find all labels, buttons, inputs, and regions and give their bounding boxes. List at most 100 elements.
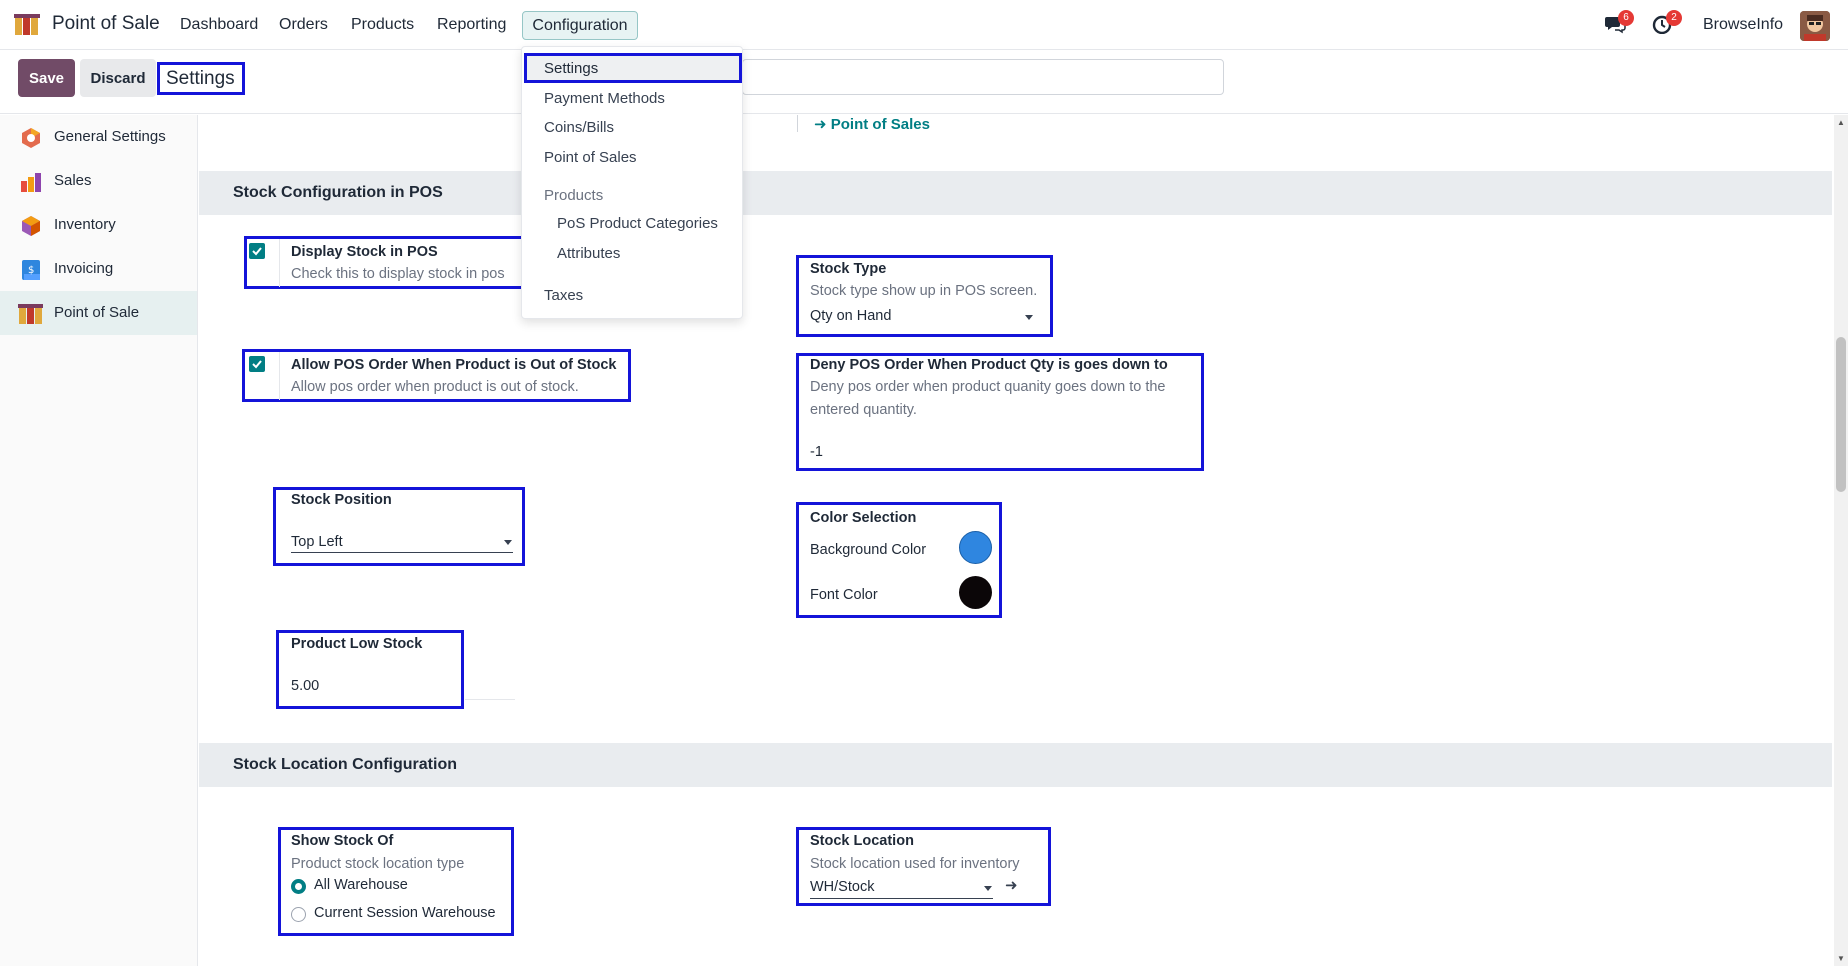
scroll-up-icon[interactable]: ▲ — [1837, 118, 1845, 127]
menu-dashboard[interactable]: Dashboard — [180, 16, 258, 34]
deny-order-qty-input[interactable]: -1 — [810, 444, 823, 460]
sidebar-item-label: Inventory — [54, 216, 116, 233]
stock-type-title: Stock Type — [810, 261, 887, 277]
allow-order-checkbox[interactable] — [249, 356, 265, 372]
stock-location-desc: Stock location used for inventory — [810, 856, 1020, 872]
dropdown-item-settings[interactable]: Settings — [544, 60, 598, 77]
sidebar-item-label: Point of Sale — [54, 304, 140, 321]
inventory-icon — [22, 216, 40, 236]
arrow-right-icon: ➜ — [814, 116, 827, 133]
general-settings-icon — [22, 128, 40, 148]
section-stock-configuration: Stock Configuration in POS — [199, 171, 1832, 215]
point-of-sales-link[interactable]: ➜ Point of Sales — [814, 115, 930, 133]
scroll-down-icon[interactable]: ▼ — [1837, 954, 1845, 963]
divider — [465, 699, 515, 700]
menu-configuration[interactable]: Configuration — [522, 11, 638, 40]
dropdown-item-payment-methods[interactable]: Payment Methods — [544, 90, 665, 107]
dropdown-item-coins-bills[interactable]: Coins/Bills — [544, 119, 614, 136]
sidebar-item-invoicing[interactable]: $ Invoicing — [0, 247, 197, 291]
display-stock-desc: Check this to display stock in pos — [291, 266, 505, 282]
stock-location-select[interactable]: WH/Stock — [810, 879, 874, 895]
stock-position-select[interactable]: Top Left — [291, 534, 343, 550]
dropdown-item-point-of-sales[interactable]: Point of Sales — [544, 149, 637, 166]
font-color-swatch[interactable] — [959, 576, 992, 609]
background-color-swatch[interactable] — [959, 531, 992, 564]
point-of-sales-link-label: Point of Sales — [830, 116, 930, 133]
top-navbar: Point of Sale Dashboard Orders Products … — [0, 0, 1848, 50]
deny-order-desc-2: entered quantity. — [810, 402, 917, 418]
messages-badge: 6 — [1618, 10, 1634, 26]
chevron-down-icon — [984, 886, 992, 891]
section-title: Stock Configuration in POS — [233, 184, 443, 201]
show-stock-of-title: Show Stock Of — [291, 833, 394, 849]
activities-button[interactable]: 2 — [1652, 10, 1682, 36]
display-stock-checkbox[interactable] — [249, 243, 265, 259]
menu-reporting[interactable]: Reporting — [437, 16, 506, 34]
radio-current-session-warehouse[interactable] — [291, 907, 306, 922]
stock-position-title: Stock Position — [291, 492, 392, 508]
sales-icon — [21, 173, 41, 192]
font-color-label: Font Color — [810, 587, 878, 603]
allow-order-desc: Allow pos order when product is out of s… — [291, 379, 579, 395]
messages-button[interactable]: 6 — [1604, 10, 1634, 36]
sidebar-item-point-of-sale[interactable]: Point of Sale — [0, 291, 197, 335]
check-icon — [252, 360, 262, 369]
scroll-thumb[interactable] — [1836, 337, 1846, 492]
sidebar-item-inventory[interactable]: Inventory — [0, 203, 197, 247]
show-stock-of-desc: Product stock location type — [291, 856, 465, 872]
sidebar-item-label: Sales — [54, 172, 92, 189]
dropdown-group-products: Products — [544, 187, 604, 204]
allow-order-title: Allow POS Order When Product is Out of S… — [291, 357, 617, 373]
search-input[interactable] — [742, 59, 1224, 95]
field-underline — [291, 552, 513, 553]
menu-products[interactable]: Products — [351, 16, 414, 34]
section-title: Stock Location Configuration — [233, 756, 457, 773]
pos-app-icon[interactable] — [14, 13, 44, 37]
internal-link-arrow-icon[interactable]: ➜ — [1005, 876, 1018, 894]
color-selection-title: Color Selection — [810, 510, 917, 526]
stock-location-title: Stock Location — [810, 833, 914, 849]
invoicing-icon: $ — [22, 260, 40, 280]
sidebar-item-sales[interactable]: Sales — [0, 159, 197, 203]
stock-type-select[interactable]: Qty on Hand — [810, 308, 891, 324]
deny-order-desc: Deny pos order when product quanity goes… — [810, 379, 1166, 395]
display-stock-title: Display Stock in POS — [291, 244, 438, 260]
discard-button[interactable]: Discard — [80, 59, 156, 97]
sidebar-item-label: Invoicing — [54, 260, 114, 277]
dropdown-item-attributes[interactable]: Attributes — [557, 245, 620, 262]
settings-sidebar: General Settings Sales Inventory $ Invoi… — [0, 115, 198, 966]
stock-type-desc: Stock type show up in POS screen. — [810, 283, 1038, 299]
sidebar-item-general-settings[interactable]: General Settings — [0, 115, 197, 159]
configuration-dropdown: Settings Payment Methods Coins/Bills Poi… — [521, 46, 743, 319]
dropdown-item-pos-product-categories[interactable]: PoS Product Categories — [557, 215, 718, 232]
radio-all-warehouse-label[interactable]: All Warehouse — [314, 877, 408, 893]
radio-all-warehouse[interactable] — [291, 879, 306, 894]
vertical-scrollbar[interactable]: ▲ ▼ — [1834, 115, 1848, 966]
company-switcher[interactable]: BrowseInfo — [1703, 16, 1783, 34]
low-stock-title: Product Low Stock — [291, 636, 423, 652]
sidebar-item-label: General Settings — [54, 128, 166, 145]
control-panel: Save Discard Settings — [0, 50, 1848, 114]
chevron-down-icon — [504, 540, 512, 545]
dropdown-item-taxes[interactable]: Taxes — [544, 287, 583, 304]
low-stock-input[interactable]: 5.00 — [291, 678, 319, 694]
divider — [279, 239, 280, 287]
section-stock-location: Stock Location Configuration — [199, 743, 1832, 787]
page-title: Settings — [157, 62, 245, 95]
radio-current-session-label[interactable]: Current Session Warehouse — [314, 905, 496, 921]
pos-icon — [18, 304, 43, 324]
menu-orders[interactable]: Orders — [279, 16, 328, 34]
svg-text:$: $ — [28, 265, 34, 276]
link-divider — [797, 115, 798, 132]
divider — [279, 352, 280, 400]
app-name[interactable]: Point of Sale — [52, 13, 160, 35]
field-underline — [810, 898, 993, 899]
chevron-down-icon — [1025, 315, 1033, 320]
check-icon — [252, 247, 262, 256]
user-avatar[interactable] — [1800, 11, 1830, 41]
deny-order-title: Deny POS Order When Product Qty is goes … — [810, 357, 1168, 373]
settings-content: ➜ Point of Sales Stock Configuration in … — [199, 115, 1832, 966]
avatar-image — [1800, 11, 1830, 41]
background-color-label: Background Color — [810, 542, 927, 558]
save-button[interactable]: Save — [18, 59, 75, 97]
